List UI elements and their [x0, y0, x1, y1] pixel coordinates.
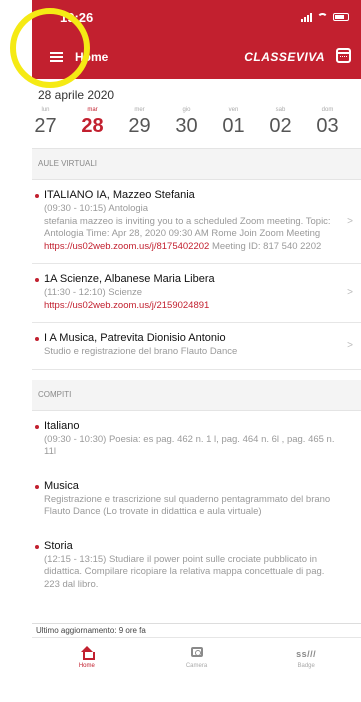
- item-title: I A Musica, Patrevita Dionisio Antonio: [44, 332, 226, 344]
- day-27[interactable]: lun 27: [32, 107, 69, 138]
- virtual-class-item[interactable]: I A Musica, Patrevita Dionisio Antonio S…: [32, 323, 361, 370]
- item-body: Registrazione e trascrizione sul quadern…: [44, 493, 331, 518]
- virtual-class-item[interactable]: 1A Scienze, Albanese Maria Libera (11:30…: [32, 264, 361, 323]
- item-title: Musica: [44, 479, 79, 492]
- day-01[interactable]: ven 01: [210, 107, 257, 138]
- day-02[interactable]: sab 02: [257, 107, 304, 138]
- camera-icon: [190, 647, 203, 657]
- zoom-link[interactable]: https://us02web.zoom.us/j/8175402202: [44, 241, 209, 252]
- item-body: Studio e registrazione del brano Flauto …: [44, 346, 238, 357]
- left-margin: [0, 0, 32, 702]
- chevron-right-icon: >: [347, 287, 353, 298]
- tab-camera[interactable]: Camera: [142, 638, 252, 702]
- app-screen: 19:26 Home CLASSEVIVA 28 aprile 2020 lun…: [32, 0, 361, 702]
- item-title: Italiano: [44, 419, 80, 432]
- day-03[interactable]: dom 03: [304, 107, 351, 138]
- tab-badge[interactable]: ss/// Badge: [251, 638, 361, 702]
- item-title: ITALIANO IA, Mazzeo Stefania: [44, 189, 195, 201]
- homework-item[interactable]: Italiano (09:30 - 10:30) Poesia: es pag.…: [32, 411, 361, 471]
- signal-icon: [301, 12, 312, 22]
- item-title: Storia: [44, 539, 73, 552]
- day-30[interactable]: gio 30: [163, 107, 210, 138]
- app-header: 19:26 Home CLASSEVIVA: [32, 0, 361, 79]
- bullet-dot: [35, 194, 39, 198]
- status-time: 19:26: [60, 9, 94, 25]
- tab-label: Badge: [297, 663, 315, 669]
- page-title: Home: [75, 49, 109, 64]
- item-body: (12:15 - 13:15) Studiare il power point …: [44, 553, 325, 590]
- bullet-dot: [35, 278, 39, 282]
- battery-icon: [333, 13, 349, 21]
- classeviva-logo: CLASSEVIVA: [244, 50, 325, 64]
- bullet-dot: [35, 544, 39, 549]
- virtual-class-item[interactable]: ITALIANO IA, Mazzeo Stefania (09:30 - 10…: [32, 180, 361, 264]
- tab-label: Home: [78, 663, 95, 669]
- bullet-dot: [35, 484, 39, 489]
- tab-home[interactable]: Home: [32, 638, 142, 702]
- day-29[interactable]: mer 29: [116, 107, 163, 138]
- homework-item[interactable]: Storia (12:15 - 13:15) Studiare il power…: [32, 531, 361, 604]
- homework-item[interactable]: Musica Registrazione e trascrizione sul …: [32, 471, 361, 531]
- date-picker: 28 aprile 2020 lun 27 mar 28 mer 29 gio 30 v…: [32, 79, 361, 149]
- zoom-link[interactable]: https://us02web.zoom.us/j/2159024891: [44, 300, 209, 311]
- home-icon: [80, 646, 95, 660]
- day-28-selected[interactable]: mar 28: [69, 107, 116, 138]
- bullet-dot: [35, 337, 39, 341]
- section-compiti: COMPITI: [32, 379, 361, 411]
- chevron-right-icon: >: [347, 215, 353, 227]
- chevron-right-icon: >: [347, 339, 353, 351]
- status-bar: 19:26: [32, 0, 361, 34]
- menu-icon[interactable]: [50, 51, 63, 62]
- item-title: 1A Scienze, Albanese Maria Libera: [44, 273, 215, 285]
- current-date: 28 aprile 2020: [38, 88, 115, 102]
- last-update-text: Ultimo aggiornamento: 9 ore fa: [32, 623, 361, 637]
- nav-bar: Home CLASSEVIVA: [32, 34, 361, 79]
- item-body: (11:30 - 12:10) Scienze https://us02web.…: [44, 287, 210, 311]
- week-strip: lun 27 mar 28 mer 29 gio 30 ven 01 sab 02 dom 0…: [32, 107, 361, 138]
- item-body: (09:30 - 10:30) Poesia: es pag. 462 n. 1…: [44, 433, 335, 458]
- bullet-dot: [35, 424, 39, 429]
- section-aule-virtuali: AULE VIRTUALI: [32, 149, 361, 180]
- wifi-icon: [317, 13, 328, 21]
- tab-label: Camera: [185, 663, 208, 669]
- calendar-icon[interactable]: [336, 48, 351, 63]
- tab-bar: Home Camera ss/// Badge: [32, 637, 361, 702]
- item-body: (09:30 - 10:15) Antologia stefania mazze…: [44, 203, 331, 252]
- badge-icon: ss///: [296, 649, 317, 659]
